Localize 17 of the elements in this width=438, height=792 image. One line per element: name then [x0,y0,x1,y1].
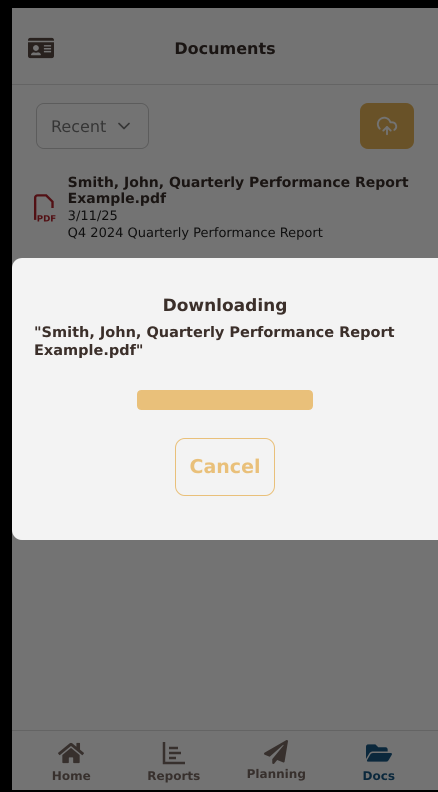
cancel-button[interactable]: Cancel [175,438,275,496]
page-title: Documents [173,38,277,58]
cloud-upload-icon [376,115,398,137]
dialog-message: "Smith, John, Quarterly Performance Report Example.pdf" [34,324,396,360]
paper-plane-icon [264,740,288,764]
document-name[interactable]: Smith, John, Quarterly Performance Report Example.pdf [68,175,418,207]
nav-tab[interactable]: Home [31,739,112,784]
profile-card-icon[interactable] [28,35,54,61]
sort-dropdown[interactable]: Recent [36,103,150,149]
chart-icon [160,740,187,766]
home-icon [58,740,84,766]
nav-tab[interactable]: Docs [338,739,419,784]
nav-tab[interactable]: Planning [236,739,316,784]
dialog-title: Downloading [162,296,288,316]
document-date: 3/11/25 [68,209,119,224]
document-description: Q4 2024 Quarterly Performance Report [68,226,324,241]
nav-tab[interactable]: Reports [134,739,214,784]
